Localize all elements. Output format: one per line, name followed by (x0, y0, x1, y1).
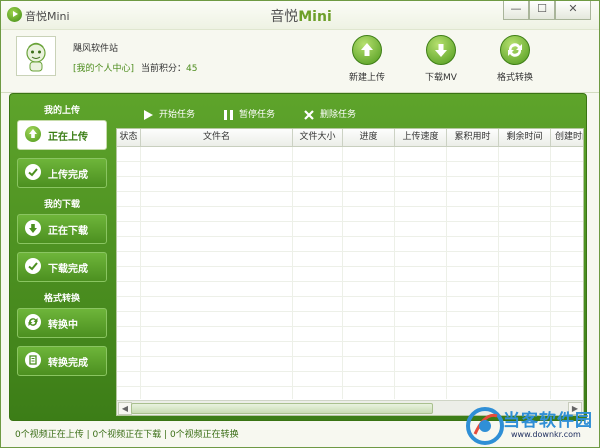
convert-icon (500, 35, 530, 65)
table-header: 状态 文件名 文件大小 进度 上传速度 累积用时 剩余时间 创建时间 (117, 129, 583, 147)
document-icon (25, 352, 41, 368)
sidebar-item-upload-done[interactable]: 上传完成 (17, 158, 107, 188)
column-divider (342, 147, 343, 399)
sidebar-item-uploading[interactable]: 正在上传 (17, 120, 107, 150)
download-mv-button[interactable]: 下载MV (411, 35, 471, 83)
points-value: 45 (186, 64, 198, 74)
play-icon (144, 109, 153, 120)
user-header: 飓风软件站 [我的个人中心] 当前积分：45 新建上传 下载MV 格式转换 (1, 30, 599, 93)
delete-task-button[interactable]: 删除任务 (304, 108, 356, 122)
main-panel: 我的上传 正在上传 上传完成 我的下载 正在下载 下载完成 格式转换 转换中 转… (9, 93, 587, 421)
sidebar-item-label: 正在下载 (48, 226, 88, 237)
section-title-downloads: 我的下载 (43, 200, 80, 210)
delete-task-label: 删除任务 (320, 110, 357, 120)
start-task-button[interactable]: 开始任务 (144, 108, 195, 122)
column-divider (446, 147, 447, 399)
column-header-filesize[interactable]: 文件大小 (293, 129, 343, 146)
window-title-part2: Mini (298, 9, 332, 25)
scrollbar-thumb[interactable] (131, 403, 433, 414)
column-header-progress[interactable]: 进度 (343, 129, 395, 146)
minimize-button[interactable]: — (503, 1, 529, 20)
watermark-url: www.downkr.com (511, 430, 581, 439)
close-icon (304, 109, 314, 120)
task-toolbar: 开始任务 暂停任务 删除任务 (116, 102, 582, 128)
avatar-cartoon-icon (17, 37, 55, 75)
section-title-convert: 格式转换 (43, 294, 80, 304)
sidebar-item-label: 转换中 (48, 320, 78, 331)
pause-icon (224, 109, 233, 120)
column-header-remaining[interactable]: 剩余时间 (499, 129, 551, 146)
points-label-text: 当前积分： (141, 64, 187, 74)
title-bar[interactable]: 音悦Mini 音悦Mini — ☐ ✕ (1, 1, 599, 30)
window-title-part1: 音悦 (270, 9, 299, 25)
column-divider (292, 147, 293, 399)
maximize-button[interactable]: ☐ (529, 1, 555, 20)
upload-arrow-icon (352, 35, 382, 65)
close-button[interactable]: ✕ (555, 1, 591, 20)
column-divider (498, 147, 499, 399)
sidebar-item-converting[interactable]: 转换中 (17, 308, 107, 338)
table-body[interactable] (117, 147, 583, 399)
convert-icon (25, 314, 41, 330)
download-arrow-icon (25, 220, 41, 236)
app-window: 音悦Mini 音悦Mini — ☐ ✕ 飓风软件站 [我的个人中心] 当前积分： (0, 0, 600, 448)
format-convert-button[interactable]: 格式转换 (485, 35, 545, 83)
download-arrow-icon (426, 35, 456, 65)
username: 飓风软件站 (73, 44, 119, 54)
format-convert-label: 格式转换 (496, 73, 533, 83)
sidebar-item-download-done[interactable]: 下载完成 (17, 252, 107, 282)
sidebar: 我的上传 正在上传 上传完成 我的下载 正在下载 下载完成 格式转换 转换中 转… (15, 102, 109, 412)
status-bar: 0个视频正在上传 | 0个视频正在下载 | 0个视频正在转换 (15, 430, 239, 440)
column-header-filename[interactable]: 文件名 (141, 129, 293, 146)
new-upload-label: 新建上传 (348, 73, 385, 83)
column-header-status[interactable]: 状态 (117, 129, 141, 146)
task-table[interactable]: 状态 文件名 文件大小 进度 上传速度 累积用时 剩余时间 创建时间 ◀ ▶ (116, 128, 584, 416)
pause-task-label: 暂停任务 (239, 110, 276, 120)
window-controls: — ☐ ✕ (503, 1, 591, 20)
scroll-left-icon[interactable]: ◀ (118, 402, 132, 415)
watermark: 当客软件园 www.downkr.com (465, 405, 597, 447)
column-header-created[interactable]: 创建时间 (551, 129, 583, 146)
points-label: 当前积分：45 (141, 61, 197, 74)
column-divider (140, 147, 141, 399)
check-icon (25, 164, 41, 180)
sidebar-item-label: 下载完成 (48, 264, 88, 275)
my-center-link[interactable]: [我的个人中心] (73, 61, 134, 74)
column-divider (394, 147, 395, 399)
sidebar-item-downloading[interactable]: 正在下载 (17, 214, 107, 244)
pause-task-button[interactable]: 暂停任务 (224, 108, 275, 122)
column-header-elapsed[interactable]: 累积用时 (447, 129, 499, 146)
avatar[interactable] (16, 36, 56, 76)
upload-arrow-icon (25, 126, 41, 142)
watermark-text: 当客软件园 (503, 411, 593, 431)
watermark-logo-icon (466, 407, 504, 445)
section-title-uploads: 我的上传 (43, 106, 80, 116)
sidebar-item-convert-done[interactable]: 转换完成 (17, 346, 107, 376)
check-icon (25, 258, 41, 274)
sidebar-item-label: 转换完成 (48, 358, 88, 369)
column-header-upload-speed[interactable]: 上传速度 (395, 129, 447, 146)
column-divider (550, 147, 551, 399)
sidebar-item-label: 上传完成 (48, 170, 88, 181)
sidebar-item-label: 正在上传 (48, 132, 88, 143)
new-upload-button[interactable]: 新建上传 (337, 35, 397, 83)
start-task-label: 开始任务 (159, 110, 196, 120)
download-mv-label: 下载MV (425, 73, 457, 83)
